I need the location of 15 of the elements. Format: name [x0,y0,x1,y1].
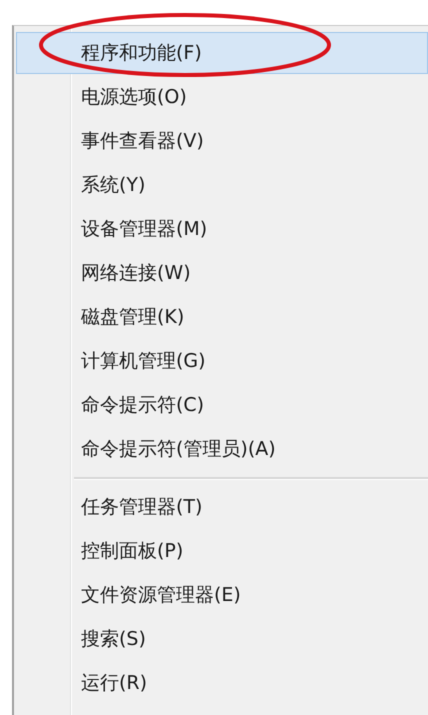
menu-item[interactable]: 系统(Y) [16,164,428,206]
menu-item[interactable]: 运行(R) [16,662,428,704]
menu-item[interactable]: 事件查看器(V) [16,120,428,162]
menu-item[interactable]: 电源选项(O) [16,76,428,118]
menu-item[interactable]: 搜索(S) [16,618,428,660]
menu-item[interactable]: 文件资源管理器(E) [16,574,428,616]
menu-item[interactable]: 磁盘管理(K) [16,296,428,338]
menu-item[interactable]: 程序和功能(F) [16,32,428,74]
menu-item[interactable]: 命令提示符(C) [16,384,428,426]
menu-item[interactable]: 计算机管理(G) [16,340,428,382]
menu-item[interactable]: 网络连接(W) [16,252,428,294]
menu-item[interactable]: 设备管理器(M) [16,208,428,250]
menu-item[interactable]: 命令提示符(管理员)(A) [16,428,428,470]
menu-item[interactable]: 控制面板(P) [16,530,428,572]
menu-item[interactable]: 任务管理器(T) [16,486,428,528]
